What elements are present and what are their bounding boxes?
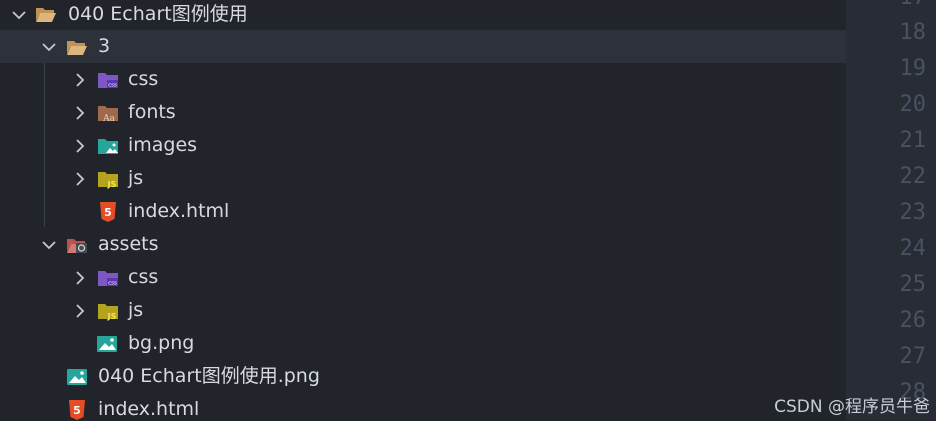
html5-icon: 5	[66, 399, 88, 420]
tree-item-label: css	[128, 266, 159, 288]
tree-item-label: 3	[98, 35, 111, 57]
tree-item-assets-folder[interactable]: assets	[0, 228, 846, 261]
tree-item-label: js	[128, 167, 144, 189]
chevron-down-icon[interactable]	[10, 6, 28, 24]
chevron-right-icon[interactable]	[71, 170, 89, 188]
tree-item-label: 040 Echart图例使用	[68, 3, 248, 25]
css-folder-icon: css	[97, 70, 119, 90]
line-number: 18	[899, 20, 927, 45]
svg-text:JS: JS	[107, 180, 117, 189]
tree-item-bg-png[interactable]: bg.png	[0, 327, 846, 360]
tree-item-fonts-folder[interactable]: Aa fonts	[0, 96, 846, 129]
tree-item-css-folder[interactable]: css css	[0, 63, 846, 96]
tree-item-index-html[interactable]: 5 index.html	[0, 393, 846, 421]
line-number: 20	[899, 92, 927, 117]
js-folder-icon: JS	[97, 169, 119, 189]
line-number: 25	[899, 272, 927, 297]
chevron-right-icon[interactable]	[71, 104, 89, 122]
tree-item-images-folder[interactable]: images	[0, 129, 846, 162]
line-number: 17	[846, 0, 927, 16]
tree-item-js-folder[interactable]: JS js	[0, 294, 846, 327]
tree-item-folder-3[interactable]: 3	[0, 30, 846, 63]
tree-item-label: index.html	[98, 398, 200, 420]
tree-item-label: js	[128, 299, 144, 321]
chevron-right-icon[interactable]	[71, 269, 89, 287]
svg-text:JS: JS	[107, 312, 117, 321]
tree-item-label: images	[128, 134, 198, 156]
html5-icon: 5	[97, 201, 119, 222]
tree-item-echart-png[interactable]: 040 Echart图例使用.png	[0, 360, 846, 393]
line-number: 21	[899, 128, 927, 153]
chevron-right-icon[interactable]	[71, 137, 89, 155]
svg-text:css: css	[108, 83, 117, 89]
svg-text:Aa: Aa	[102, 114, 115, 123]
tree-item-label: assets	[98, 233, 159, 255]
image-file-icon	[66, 367, 88, 387]
folder-open-icon	[66, 37, 88, 57]
tree-item-root-folder[interactable]: 040 Echart图例使用	[0, 0, 846, 31]
tree-item-css-folder[interactable]: css css	[0, 261, 846, 294]
tree-item-index-html[interactable]: 5 index.html	[0, 195, 846, 228]
file-explorer: 040 Echart图例使用 3 css css Aa fonts images…	[0, 0, 846, 421]
line-number: 24	[899, 236, 927, 261]
tree-item-label: index.html	[128, 200, 230, 222]
watermark: CSDN @程序员牛爸	[774, 397, 930, 417]
assets-folder-icon	[66, 235, 88, 255]
line-number: 27	[899, 344, 927, 369]
chevron-down-icon[interactable]	[40, 38, 58, 56]
editor-gutter: 17 18 19 20 21 22 23 24 25 26 27 28	[846, 0, 936, 421]
folder-open-icon	[35, 4, 57, 24]
tree-item-label: 040 Echart图例使用.png	[98, 365, 320, 387]
tree-item-js-folder[interactable]: JS js	[0, 162, 846, 195]
fonts-folder-icon: Aa	[97, 103, 119, 124]
tree-item-label: css	[128, 68, 159, 90]
image-file-icon	[96, 334, 118, 354]
chevron-right-icon[interactable]	[71, 71, 89, 89]
svg-text:5: 5	[104, 206, 112, 219]
line-number: 19	[899, 56, 927, 81]
line-number: 23	[899, 200, 927, 225]
chevron-down-icon[interactable]	[40, 236, 58, 254]
chevron-right-icon[interactable]	[71, 302, 89, 320]
tree-item-label: bg.png	[128, 332, 195, 354]
images-folder-icon	[97, 136, 119, 156]
svg-text:css: css	[108, 281, 117, 287]
svg-text:5: 5	[73, 404, 81, 417]
tree-item-label: fonts	[128, 101, 176, 123]
css-folder-icon: css	[97, 268, 119, 288]
js-folder-icon: JS	[97, 301, 119, 321]
line-number: 26	[899, 308, 927, 333]
line-number: 22	[899, 164, 927, 189]
